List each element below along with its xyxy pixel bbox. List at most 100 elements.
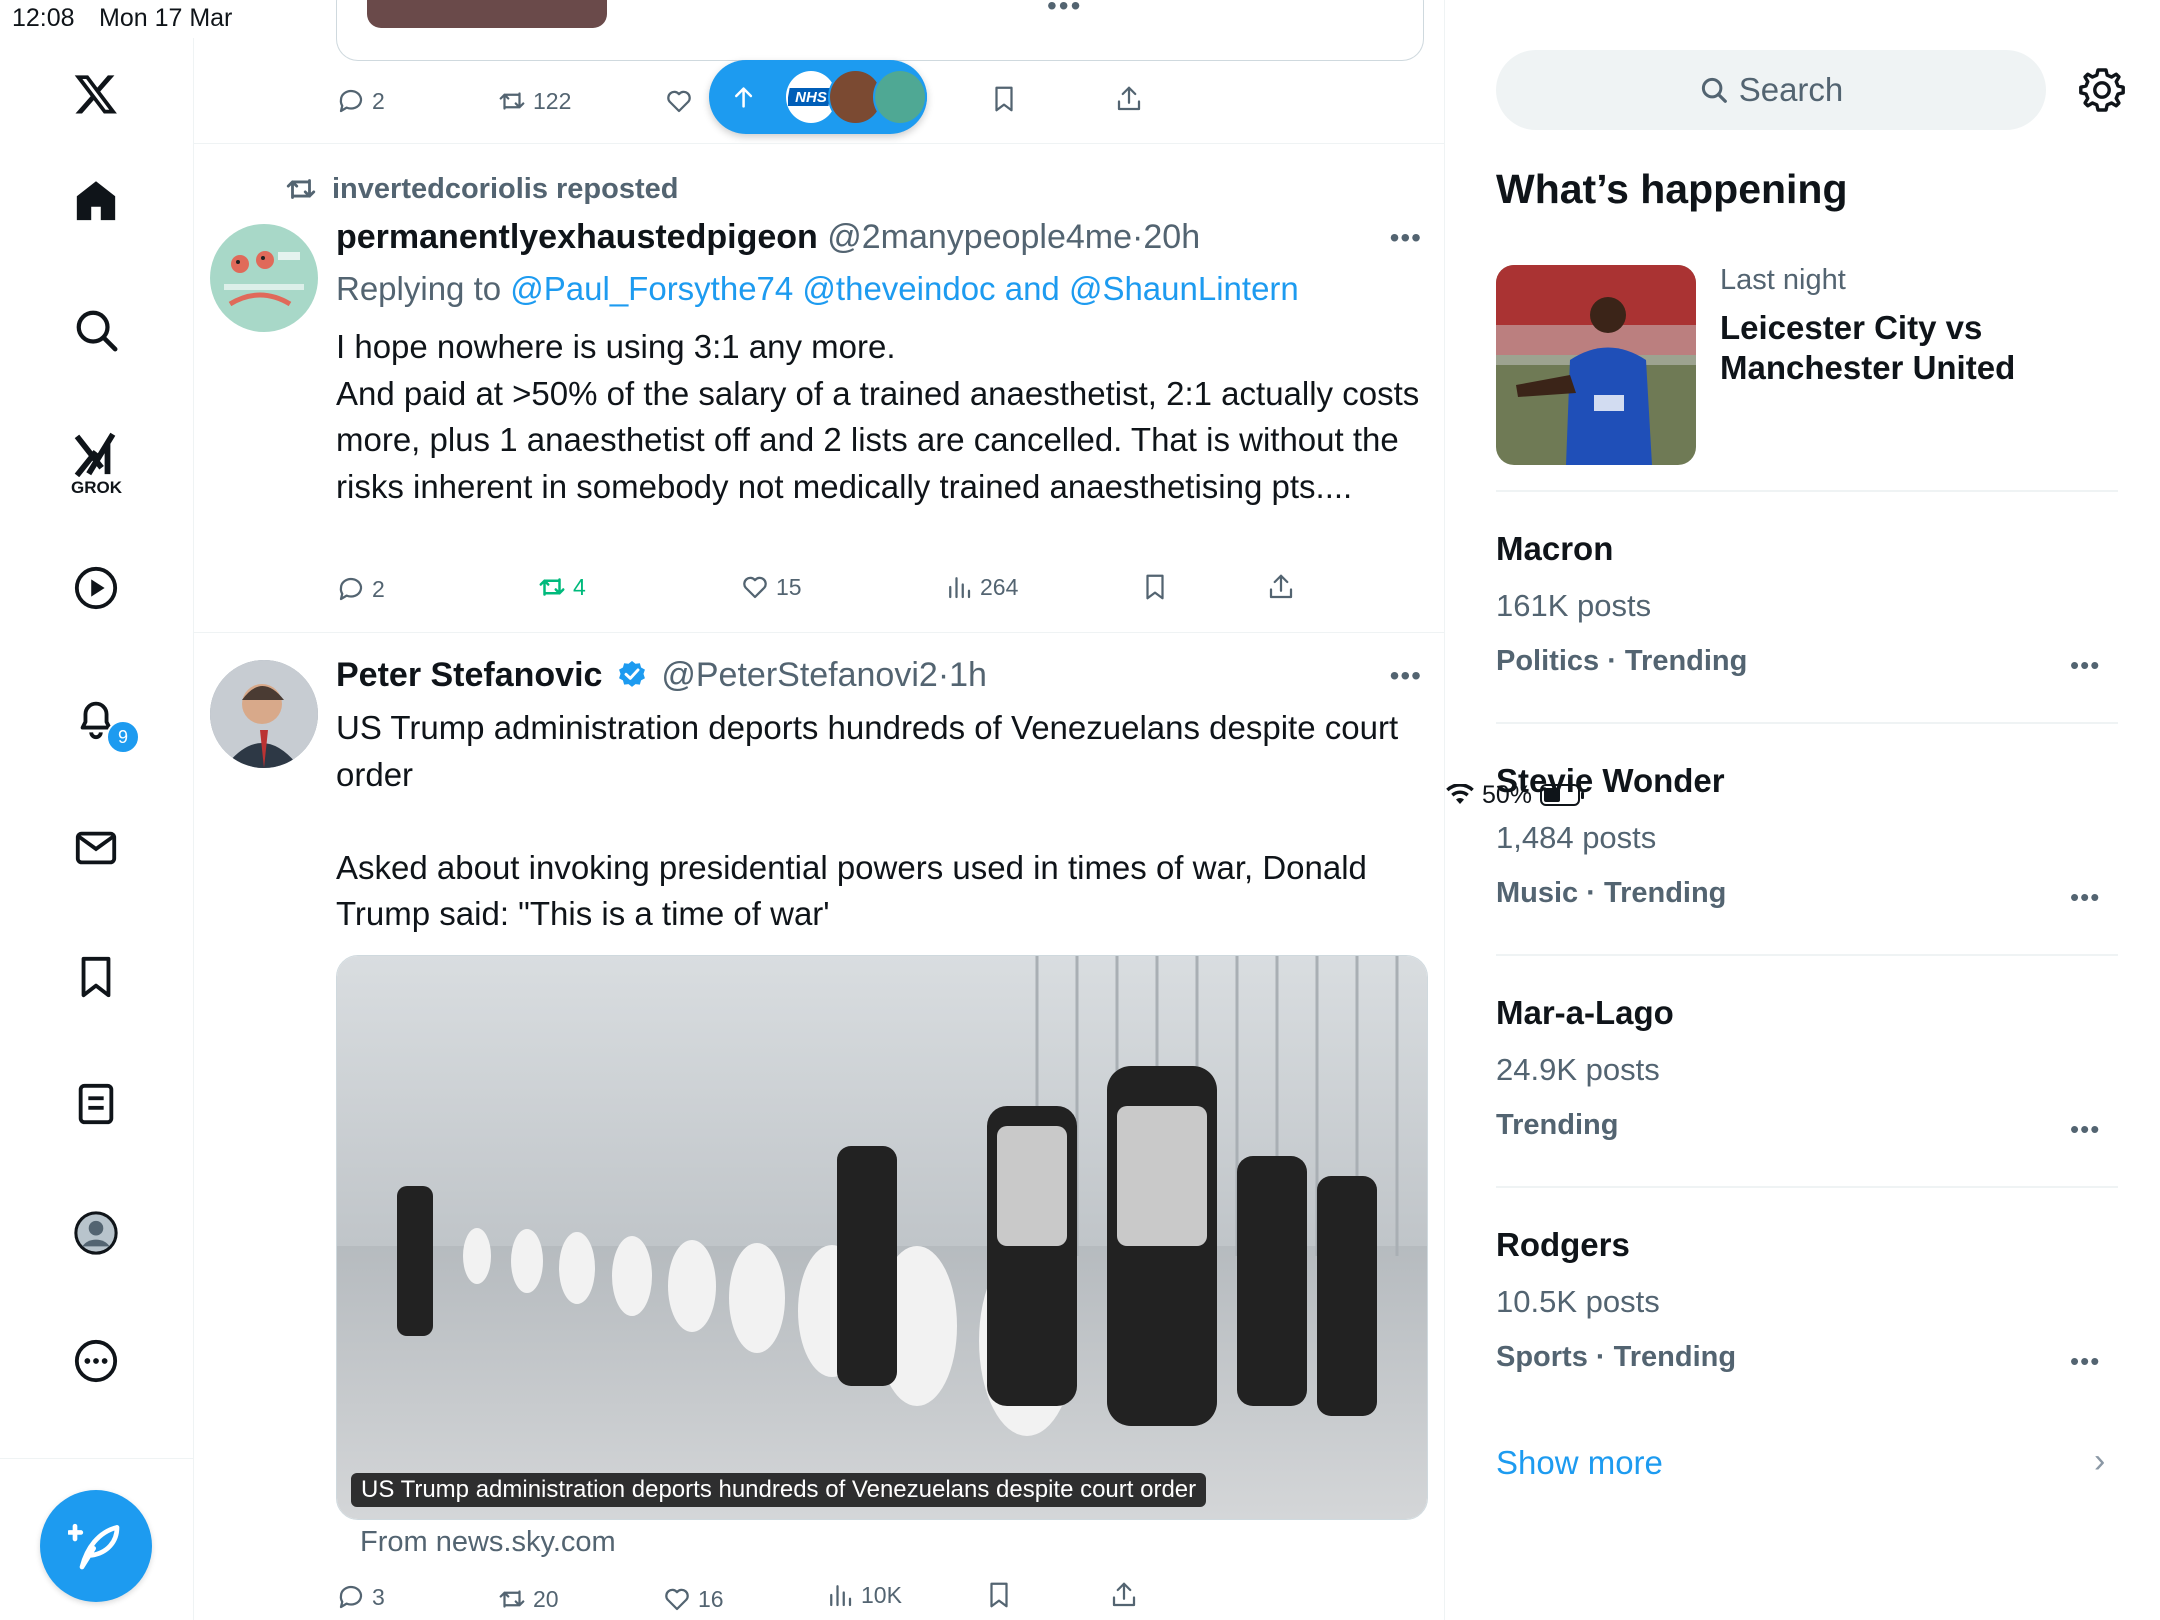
verified-badge-icon	[618, 661, 645, 687]
whats-happening-title: What’s happening	[1496, 166, 1848, 212]
trend-name[interactable]: Macron	[1496, 530, 1613, 568]
trend-category: Politics · Trending	[1496, 645, 1748, 677]
share-icon	[1269, 574, 1293, 599]
card-caption: US Trump administration deports hundreds…	[351, 1473, 1207, 1507]
repost-icon	[539, 578, 565, 596]
tweet-divider	[194, 632, 1444, 633]
repost-indicator[interactable]: invertedcoriolis reposted	[284, 172, 679, 206]
repost-button[interactable]: 20	[497, 1584, 559, 1614]
trend-name[interactable]: Rodgers	[1496, 1226, 1630, 1264]
profile-icon[interactable]	[66, 1203, 126, 1263]
views-button[interactable]: 10K	[825, 1580, 902, 1610]
heart-icon	[743, 576, 767, 599]
author-handle[interactable]: @2manypeople4me	[827, 218, 1132, 256]
reply-button[interactable]: 3	[336, 1582, 385, 1612]
prev-reply-button[interactable]: 2	[336, 86, 385, 116]
left-nav: GROK 9	[0, 38, 194, 1620]
peter-avatar[interactable]	[210, 660, 318, 768]
timestamp[interactable]: 1h	[949, 656, 987, 694]
tweet-text: US Trump administration deports hundreds…	[336, 709, 1399, 932]
trend-category: Music · Trending	[1496, 877, 1727, 909]
lists-icon[interactable]	[66, 1074, 126, 1134]
compose-icon	[68, 1523, 120, 1570]
bookmark-icon	[990, 1582, 1008, 1608]
heart-icon	[665, 1588, 689, 1611]
event-image[interactable]	[1496, 265, 1696, 465]
repost-icon	[286, 179, 316, 199]
gear-icon[interactable]	[2078, 66, 2126, 114]
x-logo-icon[interactable]	[66, 64, 126, 124]
tweet-more-icon[interactable]: •••	[1390, 660, 1422, 692]
video-icon[interactable]	[66, 558, 126, 618]
previous-card-thumbnail	[367, 0, 607, 28]
trend-name[interactable]: Stevie Wonder	[1496, 762, 1725, 800]
trend-more-icon[interactable]: •••	[2070, 882, 2100, 913]
share-button[interactable]	[1109, 1580, 1139, 1610]
right-sidebar: Search What’s happening Last night Leice…	[1446, 38, 2160, 1620]
prev-repost-count: 122	[533, 87, 572, 114]
author-name[interactable]: permanentlyexhaustedpigeon	[336, 218, 818, 256]
replying-users[interactable]: @Paul_Forsythe74 @theveindoc and @ShaunL…	[510, 270, 1299, 307]
trend-more-icon[interactable]: •••	[2070, 1346, 2100, 1377]
author-name[interactable]: Peter Stefanovic	[336, 656, 602, 694]
prev-like-button[interactable]	[664, 86, 694, 116]
like-button[interactable]: 16	[662, 1584, 724, 1614]
home-icon[interactable]	[66, 171, 126, 231]
arrow-up-icon	[734, 87, 753, 108]
trend-more-icon[interactable]: •••	[2070, 650, 2100, 681]
reply-icon	[339, 1585, 363, 1609]
repost-count: 20	[533, 1585, 559, 1612]
prev-repost-button[interactable]: 122	[497, 86, 571, 116]
bookmark-button[interactable]	[984, 1580, 1014, 1610]
reply-count: 3	[372, 1583, 385, 1610]
previous-card[interactable]: •••	[336, 0, 1424, 61]
trend-divider	[1496, 954, 2118, 956]
tweet-more-icon[interactable]: •••	[1390, 222, 1422, 254]
author-handle[interactable]: @PeterStefanovi2	[661, 656, 937, 694]
card-source[interactable]: From news.sky.com	[360, 1526, 616, 1559]
event-title[interactable]: Leicester City vs Manchester United	[1720, 308, 2100, 388]
trend-name[interactable]: Mar-a-Lago	[1496, 994, 1674, 1032]
prev-bookmark-button[interactable]	[989, 84, 1019, 114]
timeline[interactable]: ••• 2 122 NHS invertedcoriolis reposted …	[194, 0, 1445, 1620]
prev-share-button[interactable]	[1114, 84, 1144, 114]
compose-button[interactable]	[40, 1490, 152, 1602]
previous-card-more-icon: •••	[1047, 0, 1083, 21]
trend-divider	[1496, 490, 2118, 492]
link-card-image[interactable]: US Trump administration deports hundreds…	[336, 955, 1428, 1520]
pigeon-avatar[interactable]	[210, 224, 318, 332]
views-button[interactable]: 264	[944, 572, 1018, 602]
mail-icon[interactable]	[66, 818, 126, 878]
notifications-badge: 9	[106, 720, 140, 754]
chevron-right-icon[interactable]: ›	[2094, 1442, 2105, 1481]
show-more-link[interactable]: Show more	[1496, 1444, 1663, 1482]
views-icon	[949, 577, 971, 599]
trend-posts: 10.5K posts	[1496, 1284, 1660, 1319]
share-icon	[1112, 1582, 1136, 1607]
search-icon[interactable]	[66, 300, 126, 360]
view-count: 10K	[861, 1581, 902, 1608]
timestamp[interactable]: 20h	[1143, 218, 1200, 256]
new-posts-pill[interactable]: NHS	[709, 60, 927, 134]
like-button[interactable]: 15	[740, 572, 802, 602]
repost-button[interactable]: 4	[537, 572, 586, 602]
reply-button[interactable]: 2	[336, 574, 385, 604]
prev-reply-count: 2	[372, 87, 385, 114]
bookmark-icon[interactable]	[66, 947, 126, 1007]
tweet-text: I hope nowhere is using 3:1 any more. An…	[336, 328, 1420, 505]
more-icon[interactable]	[66, 1331, 126, 1391]
search-input[interactable]: Search	[1496, 50, 2046, 130]
views-icon	[830, 1585, 852, 1607]
reply-count: 2	[372, 575, 385, 602]
share-icon	[1117, 86, 1141, 111]
bookmark-button[interactable]	[1140, 572, 1170, 602]
bookmark-icon	[1146, 574, 1164, 600]
search-placeholder: Search	[1738, 71, 1844, 108]
grok-icon[interactable]	[66, 424, 126, 484]
repost-icon	[499, 1590, 525, 1608]
tweet-divider	[194, 143, 1444, 144]
trend-more-icon[interactable]: •••	[2070, 1114, 2100, 1145]
trend-divider	[1496, 722, 2118, 724]
share-button[interactable]	[1266, 572, 1296, 602]
tweet-header: Peter Stefanovic @PeterStefanovi2·1h	[336, 656, 987, 695]
